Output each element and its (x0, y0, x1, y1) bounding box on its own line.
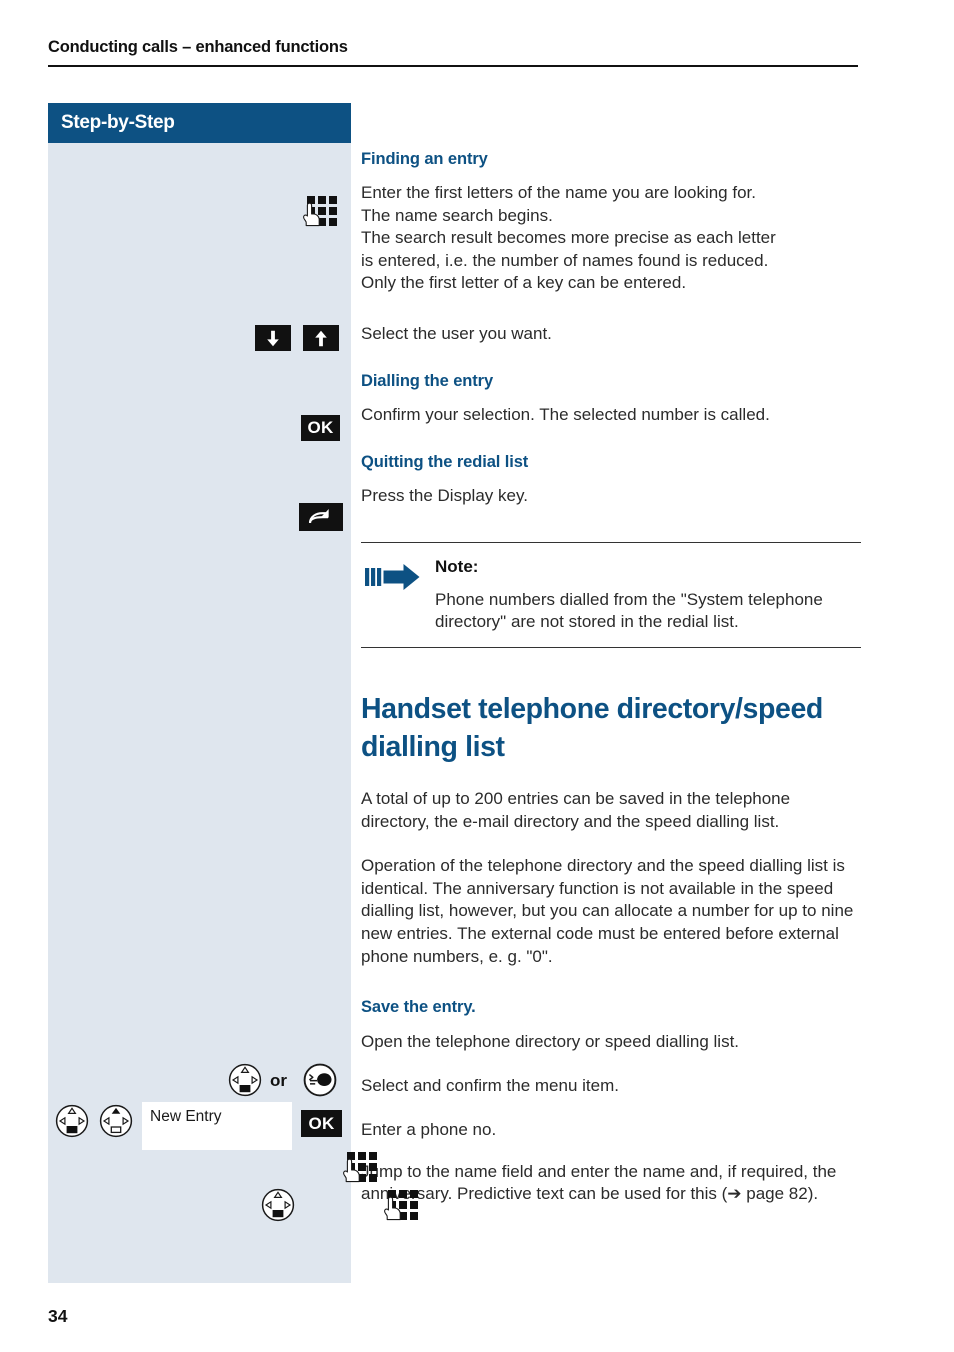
display-field-new-entry[interactable]: New Entry (142, 1102, 292, 1150)
heading-save-the-entry: Save the entry. (361, 998, 476, 1017)
navigation-wheel-select-icon[interactable] (55, 1104, 89, 1138)
chapter-title: Handset telephone directory/speed dialli… (361, 692, 823, 763)
note-arrow-icon (365, 563, 420, 590)
running-header: Conducting calls – enhanced functions (48, 38, 858, 67)
note-block: Note: Phone numbers dialled from the "Sy… (361, 541, 861, 648)
ok-keybox[interactable]: OK (301, 415, 340, 441)
page-number: 34 (48, 1306, 68, 1326)
up-arrow-keybox[interactable] (303, 325, 339, 351)
note-title: Note: (435, 556, 479, 576)
ok-key[interactable]: OK (301, 415, 340, 441)
header-rule (48, 65, 858, 67)
ok-keybox-confirm[interactable]: OK (301, 1110, 342, 1137)
up-arrow-key[interactable] (303, 325, 339, 352)
or-label: or (270, 1071, 287, 1090)
navigation-wheel-confirm-icon[interactable] (99, 1104, 133, 1138)
sidebar-title: Step-by-Step (61, 112, 175, 133)
ok-key-confirm[interactable]: OK (301, 1110, 342, 1137)
hand-pointer-icon-phone (343, 1158, 361, 1183)
return-keybox[interactable] (299, 503, 343, 531)
speed-dial-icon[interactable] (303, 1063, 337, 1097)
keypad-hand-icon-name (382, 1190, 418, 1221)
arrow-down-icon (267, 330, 279, 346)
hand-pointer-icon (303, 202, 320, 227)
heading-quitting-redial-list: Quitting the redial list (361, 453, 529, 472)
text-jump-name-field: Jump to the name field and enter the nam… (361, 1161, 837, 1204)
display-field-value: New Entry (150, 1108, 222, 1125)
text-dialling: Confirm your selection. The selected num… (361, 404, 770, 424)
text-open-directory: Open the telephone directory or speed di… (361, 1032, 740, 1052)
nav-wheel-open-directory[interactable] (228, 1063, 262, 1102)
down-arrow-key[interactable] (255, 325, 291, 352)
nav-wheel-confirm[interactable] (99, 1104, 133, 1143)
section-dialling-the-entry: Dialling the entry Confirm your selectio… (361, 372, 861, 427)
header-title: Conducting calls – enhanced functions (48, 38, 348, 56)
text-finding-line3: The search result becomes more precise a… (361, 228, 776, 248)
text-finding-line1: Enter the first letters of the name you … (361, 183, 756, 202)
text-finding-line2: The name search begins. (361, 205, 553, 225)
section-quitting-the-redial-list: Quitting the redial list Press the Displ… (361, 453, 861, 508)
text-select-confirm: Select and confirm the menu item. (361, 1075, 619, 1095)
section-select-user: Select the user you want. (361, 323, 861, 346)
return-key[interactable] (299, 503, 343, 532)
text-finding-line5: Only the first letter of a key can be en… (361, 273, 687, 293)
keypad-hand-icon (301, 196, 337, 227)
sidebar-title-bar: Step-by-Step (48, 103, 351, 143)
heading-dialling-the-entry: Dialling the entry (361, 371, 494, 390)
text-finding-line4: is entered, i.e. the number of names fou… (361, 250, 769, 270)
text-enter-phone: Enter a phone no. (361, 1120, 497, 1140)
arrow-up-icon (315, 330, 327, 346)
nav-wheel-jump-name-field[interactable] (261, 1188, 295, 1227)
heading-finding-an-entry: Finding an entry (361, 150, 488, 168)
chapter-paragraph-1: A total of up to 200 entries can be save… (361, 788, 791, 831)
return-arrow-icon (308, 509, 329, 524)
down-arrow-keybox[interactable] (255, 325, 291, 351)
navigation-wheel-icon[interactable] (228, 1063, 262, 1097)
note-body: Note: Phone numbers dialled from the "Sy… (435, 557, 861, 634)
text-quitting: Press the Display key. (361, 486, 528, 506)
text-select-user: Select the user you want. (361, 323, 552, 343)
navigation-wheel-jump-icon[interactable] (261, 1188, 295, 1222)
content-column: Finding an entry Enter the first letters… (361, 150, 861, 1206)
speed-dial-key[interactable] (303, 1063, 337, 1102)
section-finding-an-entry: Finding an entry Enter the first letters… (361, 150, 861, 295)
chapter-paragraph-2: Operation of the telephone directory and… (361, 856, 854, 966)
hand-pointer-icon-name (383, 1196, 401, 1221)
note-text: Phone numbers dialled from the "System t… (435, 589, 823, 632)
keypad-hand-icon-phone (341, 1152, 378, 1183)
nav-wheel-select[interactable] (55, 1104, 89, 1143)
